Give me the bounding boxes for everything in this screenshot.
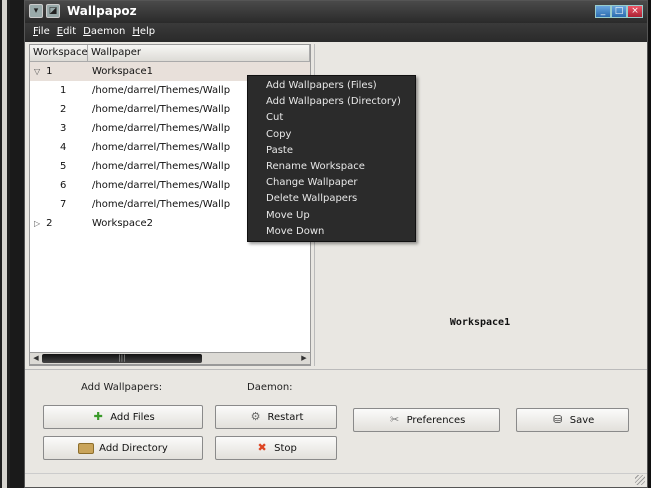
workspace-num-text: 2	[46, 218, 53, 229]
menu-file-label: ile	[38, 26, 50, 37]
horizontal-scrollbar[interactable]: ◀ ||| ▶	[29, 352, 311, 365]
expander-open-icon[interactable]: ▽	[34, 67, 40, 76]
stop-label: Stop	[274, 442, 297, 454]
scroll-left-icon[interactable]: ◀	[30, 353, 42, 364]
column-wallpaper[interactable]: Wallpaper	[88, 45, 310, 61]
workspace-num-text: 1	[46, 66, 53, 77]
menu-help-mnemonic: H	[132, 26, 140, 37]
preview-label: Workspace1	[449, 317, 511, 328]
window-title: Wallpapoz	[67, 4, 137, 18]
wallpaper-path: /home/darrel/Themes/Wallp	[92, 161, 231, 172]
maximize-button[interactable]: □	[611, 5, 627, 18]
save-icon: ⛁	[553, 413, 563, 426]
add-files-label: Add Files	[110, 411, 155, 423]
window-controls: _ □ ×	[595, 5, 643, 18]
workspace-name: Workspace2	[92, 218, 154, 229]
window-menu-icon[interactable]: ▾	[29, 4, 43, 18]
menu-daemon-mnemonic: D	[83, 26, 91, 37]
tree-header: Workspace Wallpaper	[30, 45, 310, 62]
resize-grip-icon[interactable]	[635, 475, 645, 485]
ctx-move-down[interactable]: Move Down	[248, 224, 415, 240]
wallpaper-path: /home/darrel/Themes/Wallp	[92, 123, 231, 134]
app-icon: ◪	[46, 4, 60, 18]
scrollbar-thumb[interactable]: |||	[42, 354, 202, 363]
workspace-number: ▽ 1	[30, 66, 88, 77]
save-label: Save	[569, 414, 595, 426]
daemon-label: Daemon:	[247, 382, 293, 393]
wallpaper-path: /home/darrel/Themes/Wallp	[92, 85, 231, 96]
preferences-icon: ✂	[389, 413, 400, 426]
wallpaper-number: 1	[60, 85, 67, 96]
menu-daemon-label: aemon	[90, 26, 126, 37]
bottom-panel: Add Wallpapers: Daemon: ✚ Add Files ⚙ Re…	[25, 369, 647, 487]
column-workspace[interactable]: Workspace	[30, 45, 88, 61]
context-menu: Add Wallpapers (Files) Add Wallpapers (D…	[247, 75, 416, 242]
wallpaper-number: 7	[60, 199, 67, 210]
menu-bar: File Edit Daemon Help	[25, 23, 647, 42]
wallpaper-path: /home/darrel/Themes/Wallp	[92, 142, 231, 153]
menu-edit[interactable]: Edit	[55, 23, 81, 42]
folder-icon	[78, 442, 95, 454]
ctx-add-wallpapers-directory[interactable]: Add Wallpapers (Directory)	[248, 94, 415, 110]
menu-help-label: elp	[139, 26, 156, 37]
ctx-move-up[interactable]: Move Up	[248, 208, 415, 224]
restart-icon: ⚙	[250, 410, 261, 423]
app-window: ▾ ◪ Wallpapoz _ □ × File Edit Daemon Hel…	[24, 0, 648, 488]
preferences-label: Preferences	[406, 414, 466, 426]
close-button[interactable]: ×	[627, 5, 643, 18]
menu-file[interactable]: File	[31, 23, 55, 42]
stop-icon: ✖	[257, 441, 267, 454]
scroll-right-icon[interactable]: ▶	[298, 353, 310, 364]
add-directory-button[interactable]: Add Directory	[43, 436, 203, 460]
wallpaper-path: /home/darrel/Themes/Wallp	[92, 199, 231, 210]
wallpaper-path: /home/darrel/Themes/Wallp	[92, 104, 231, 115]
wallpaper-path: /home/darrel/Themes/Wallp	[92, 180, 231, 191]
ctx-copy[interactable]: Copy	[248, 127, 415, 143]
title-bar[interactable]: ▾ ◪ Wallpapoz _ □ ×	[25, 1, 647, 23]
menu-edit-label: dit	[63, 26, 77, 37]
menu-daemon[interactable]: Daemon	[81, 23, 130, 42]
stop-button[interactable]: ✖ Stop	[215, 436, 337, 460]
ctx-add-wallpapers-files[interactable]: Add Wallpapers (Files)	[248, 78, 415, 94]
menu-help[interactable]: Help	[130, 23, 160, 42]
titlebar-icons: ▾ ◪	[29, 4, 60, 18]
workspace-name: Workspace1	[92, 66, 154, 77]
preferences-button[interactable]: ✂ Preferences	[353, 408, 500, 432]
add-directory-label: Add Directory	[99, 442, 168, 454]
wallpaper-number: 5	[60, 161, 67, 172]
wallpaper-number: 4	[60, 142, 67, 153]
save-button[interactable]: ⛁ Save	[516, 408, 629, 432]
restart-button[interactable]: ⚙ Restart	[215, 405, 337, 429]
add-files-button[interactable]: ✚ Add Files	[43, 405, 203, 429]
restart-label: Restart	[267, 411, 304, 423]
add-icon: ✚	[93, 410, 103, 423]
ctx-rename-workspace[interactable]: Rename Workspace	[248, 159, 415, 175]
ctx-delete-wallpapers[interactable]: Delete Wallpapers	[248, 191, 415, 207]
ctx-change-wallpaper[interactable]: Change Wallpaper	[248, 175, 415, 191]
minimize-button[interactable]: _	[595, 5, 611, 18]
wallpaper-number: 6	[60, 180, 67, 191]
ctx-cut[interactable]: Cut	[248, 110, 415, 126]
desktop-left-edge	[0, 0, 10, 488]
wallpaper-number: 3	[60, 123, 67, 134]
desktop-panel-strip	[2, 0, 7, 488]
status-bar	[25, 473, 647, 487]
workspace-number: ▷ 2	[30, 218, 88, 229]
add-wallpapers-label: Add Wallpapers:	[81, 382, 163, 393]
expander-closed-icon[interactable]: ▷	[34, 219, 40, 228]
ctx-paste[interactable]: Paste	[248, 143, 415, 159]
wallpaper-number: 2	[60, 104, 67, 115]
